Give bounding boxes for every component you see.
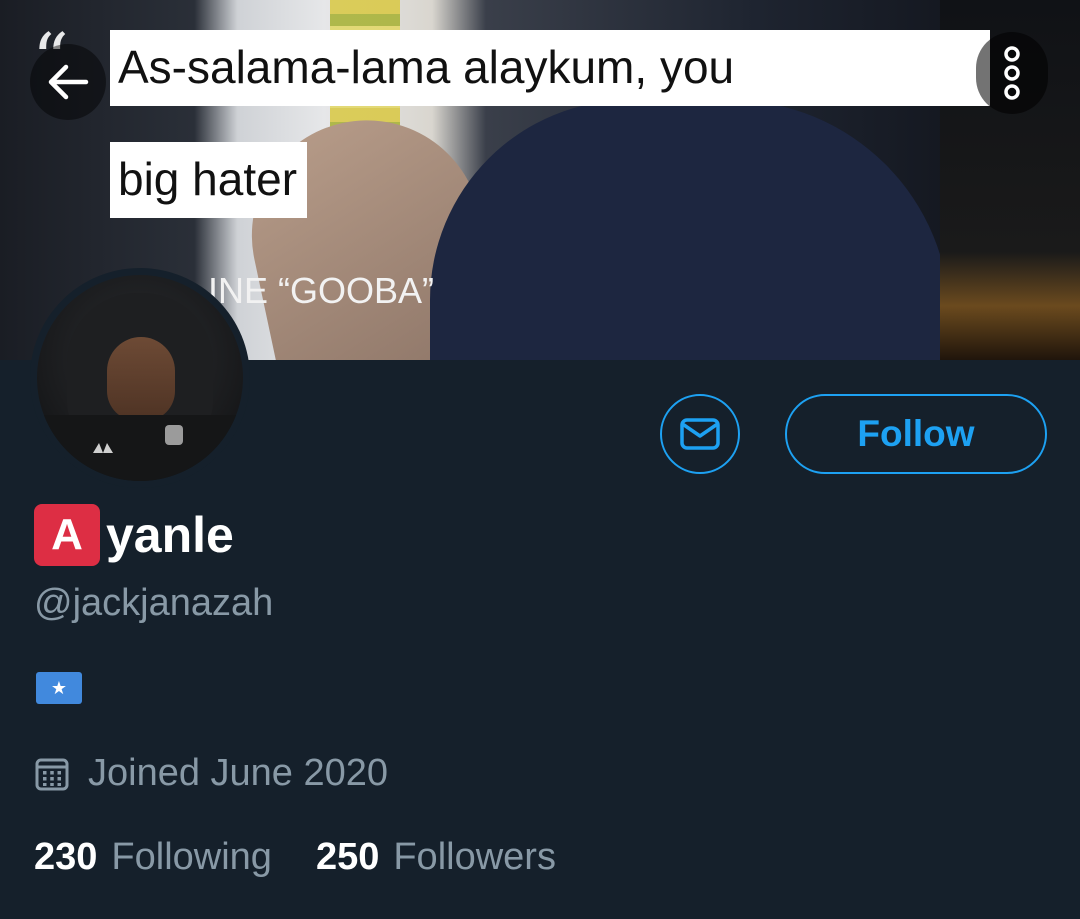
back-button[interactable]	[30, 44, 106, 120]
avatar-photo	[37, 275, 243, 481]
following-link[interactable]: 230 Following	[34, 836, 272, 879]
envelope-icon	[680, 418, 720, 450]
calendar-icon	[35, 758, 69, 790]
banner-caption-line-2: big hater	[110, 142, 308, 218]
profile-page: As-salama-lama alaykum, you big hater IN…	[0, 0, 1080, 919]
banner-song-text: INE “GOOBA”	[208, 270, 435, 311]
display-name-text: yanle	[106, 507, 234, 563]
followers-link[interactable]: 250 Followers	[316, 836, 556, 879]
more-vertical-icon	[1004, 46, 1020, 100]
display-name: A yanle	[34, 504, 234, 566]
somalia-flag-icon: ★	[36, 672, 82, 704]
joined-date: Joined June 2020	[34, 752, 388, 795]
user-handle: @jackjanazah	[34, 582, 274, 624]
following-count: 230	[34, 836, 98, 878]
follow-stats: 230 Following 250 Followers	[34, 836, 600, 879]
banner-figure-decoration	[430, 100, 950, 360]
avatar-face-shape	[107, 337, 175, 421]
message-button[interactable]	[660, 394, 740, 474]
avatar-crest-shape	[165, 425, 183, 445]
followers-label: Followers	[393, 836, 556, 878]
name-letter-emoji: A	[34, 504, 100, 566]
follow-button[interactable]: Follow	[785, 394, 1047, 474]
avatar[interactable]	[30, 268, 250, 488]
banner-caption-line-1: As-salama-lama alaykum, you	[110, 30, 990, 106]
arrow-left-icon	[48, 64, 89, 100]
avatar-jacket-shape	[37, 415, 243, 481]
followers-count: 250	[315, 836, 380, 878]
joined-date-text: Joined June 2020	[88, 752, 389, 794]
following-label: Following	[111, 836, 272, 878]
more-options-button[interactable]	[976, 32, 1048, 114]
